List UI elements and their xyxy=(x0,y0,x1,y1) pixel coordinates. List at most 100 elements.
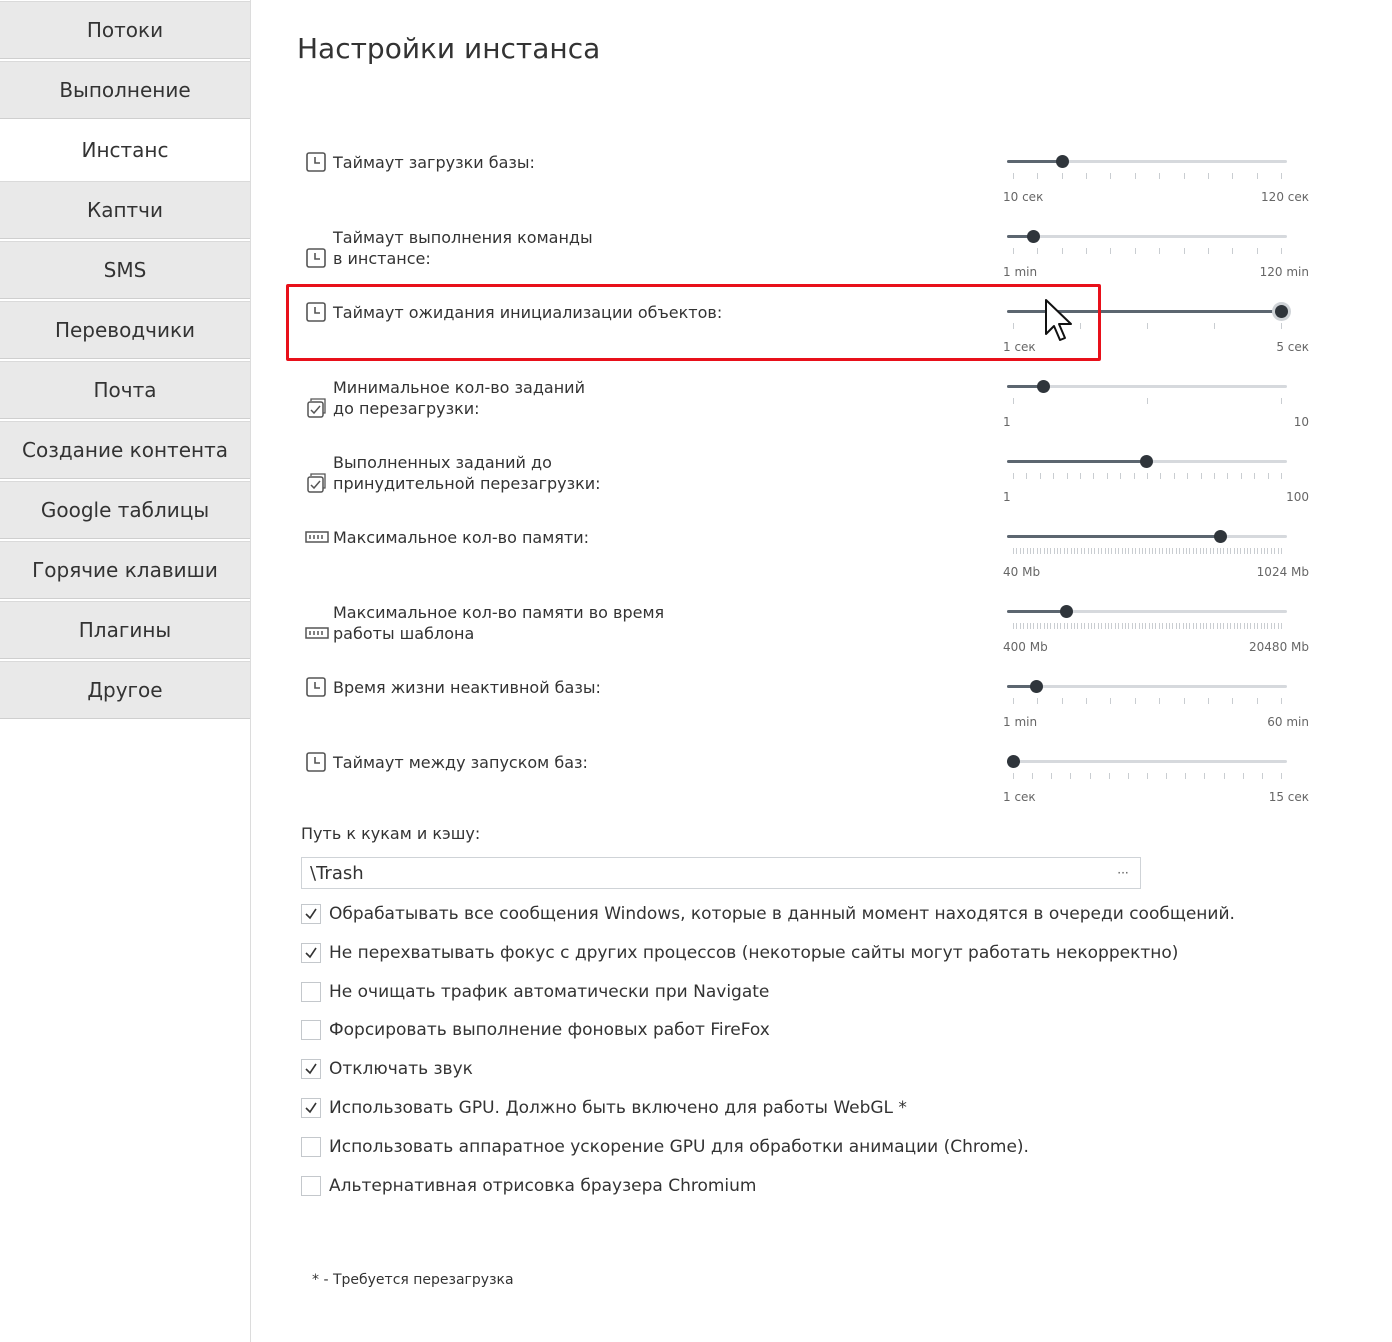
slider-tick xyxy=(1091,548,1093,554)
sidebar-item[interactable]: Создание контента xyxy=(0,421,250,479)
setting-slider[interactable]: 1 min 60 min xyxy=(1003,665,1309,735)
checkbox-row[interactable]: Не перехватывать фокус с других процессо… xyxy=(301,940,1178,966)
slider-tick xyxy=(1155,623,1157,629)
slider-min-label: 400 Mb xyxy=(1003,640,1048,654)
slider-ticks xyxy=(1013,173,1282,180)
sidebar-item[interactable]: Другое xyxy=(0,661,250,719)
setting-row: Максимальное кол-во памяти во время рабо… xyxy=(301,590,1309,660)
slider-tick xyxy=(1159,173,1161,179)
checkbox-row[interactable]: Не очищать трафик автоматически при Navi… xyxy=(301,979,769,1005)
slider-tick xyxy=(1192,623,1194,629)
slider-tick xyxy=(1189,548,1191,554)
slider-tick xyxy=(1138,548,1140,554)
checkbox-row[interactable]: Отключать звук xyxy=(301,1056,473,1082)
checkbox-checked[interactable] xyxy=(301,942,321,963)
slider-ticks xyxy=(1013,398,1282,405)
sidebar-item[interactable]: SMS xyxy=(0,241,250,299)
slider-thumb[interactable] xyxy=(1055,155,1069,168)
slider-tick xyxy=(1232,248,1234,254)
sidebar-item[interactable]: Выполнение xyxy=(0,61,250,119)
slider-tick xyxy=(1080,473,1081,479)
slider-range-labels: 40 Mb 1024 Mb xyxy=(1003,565,1309,581)
slider-tick xyxy=(1023,623,1025,629)
slider-thumb[interactable] xyxy=(1036,380,1050,393)
slider-tick xyxy=(1029,548,1031,554)
checkbox-checked[interactable] xyxy=(301,1098,321,1118)
checkbox-row[interactable]: Использовать GPU. Должно быть включено д… xyxy=(301,1095,907,1121)
sidebar-item[interactable]: Переводчики xyxy=(0,301,250,359)
slider-thumb[interactable] xyxy=(1213,530,1227,543)
slider-tick xyxy=(1250,623,1252,629)
slider-tick xyxy=(1033,548,1035,554)
slider-thumb[interactable] xyxy=(1027,230,1041,243)
checkbox-row[interactable]: Форсировать выполнение фоновых работ Fir… xyxy=(301,1017,770,1043)
slider-tick xyxy=(1183,698,1185,704)
slider-tick xyxy=(1232,698,1234,704)
setting-slider[interactable]: 1 сек 15 сек xyxy=(1003,740,1309,810)
slider-tick xyxy=(1256,173,1258,179)
checkbox-unchecked[interactable] xyxy=(301,1136,321,1157)
setting-slider[interactable]: 10 сек 120 сек xyxy=(1003,140,1309,210)
slider-tick xyxy=(1281,773,1282,779)
sidebar-item[interactable]: Каптчи xyxy=(0,181,250,239)
checkbox-checked[interactable] xyxy=(301,904,321,924)
setting-slider[interactable]: 1 10 xyxy=(1003,365,1309,435)
sidebar-item[interactable]: Инстанс xyxy=(0,121,250,179)
sidebar-item[interactable]: Потоки xyxy=(0,1,250,59)
slider-tick xyxy=(1172,623,1174,629)
sidebar-item[interactable]: Google таблицы xyxy=(0,481,250,539)
slider-tick xyxy=(1106,473,1108,479)
setting-slider[interactable]: 1 100 xyxy=(1003,440,1309,510)
setting-slider[interactable]: 40 Mb 1024 Mb xyxy=(1003,515,1309,585)
slider-thumb[interactable] xyxy=(1139,455,1153,468)
slider-thumb[interactable] xyxy=(1029,680,1043,693)
slider-tick xyxy=(1128,623,1130,629)
checkbox-checked[interactable] xyxy=(301,1059,321,1080)
setting-slider[interactable]: 400 Mb 20480 Mb xyxy=(1003,590,1309,660)
slider-tick xyxy=(1141,548,1143,554)
slider-fill xyxy=(1007,310,1281,313)
memory-icon xyxy=(305,526,329,548)
sidebar-item[interactable]: Плагины xyxy=(0,601,250,659)
checkbox-row[interactable]: Обрабатывать все сообщения Windows, кото… xyxy=(301,901,1235,927)
setting-slider[interactable]: 1 сек 5 сек xyxy=(1003,290,1309,360)
sidebar-item[interactable]: Почта xyxy=(0,361,250,419)
slider-track[interactable] xyxy=(1007,760,1287,763)
setting-label: Таймаут загрузки базы: xyxy=(333,153,535,172)
slider-thumb[interactable] xyxy=(1007,755,1020,768)
cookie-path-input[interactable] xyxy=(302,858,1110,888)
slider-tick xyxy=(1037,248,1039,254)
slider-tick xyxy=(1200,473,1202,479)
slider-tick xyxy=(1199,548,1201,554)
slider-ticks xyxy=(1013,773,1282,780)
slider-tick xyxy=(1152,548,1154,554)
slider-track[interactable] xyxy=(1007,685,1287,688)
checkbox-unchecked[interactable] xyxy=(301,1020,321,1041)
sidebar-item[interactable]: Горячие клавиши xyxy=(0,541,250,599)
browse-button[interactable]: ··· xyxy=(1112,862,1134,884)
slider-tick xyxy=(1077,623,1079,629)
task-icon xyxy=(305,397,327,419)
slider-tick xyxy=(1033,623,1035,629)
slider-tick xyxy=(1070,773,1072,779)
slider-thumb[interactable] xyxy=(1060,605,1074,618)
checkbox-row[interactable]: Использовать аппаратное ускорение GPU дл… xyxy=(301,1134,1029,1160)
slider-thumb[interactable] xyxy=(1275,305,1288,318)
slider-tick xyxy=(1050,623,1052,629)
slider-tick xyxy=(1207,698,1209,704)
slider-tick xyxy=(1118,623,1120,629)
slider-min-label: 1 min xyxy=(1003,715,1038,729)
checkbox-row[interactable]: Альтернативная отрисовка браузера Chromi… xyxy=(301,1173,756,1199)
slider-ticks xyxy=(1013,548,1282,555)
checkbox-unchecked[interactable] xyxy=(301,1175,321,1196)
checkbox-unchecked[interactable] xyxy=(301,981,321,1002)
slider-tick xyxy=(1204,773,1206,779)
slider-track[interactable] xyxy=(1007,235,1287,238)
slider-tick xyxy=(1039,473,1041,479)
setting-slider[interactable]: 1 min 120 min xyxy=(1003,215,1309,285)
slider-tick xyxy=(1236,548,1238,554)
slider-range-labels: 1 min 60 min xyxy=(1003,715,1309,731)
slider-tick xyxy=(1016,548,1018,554)
slider-tick xyxy=(1264,623,1266,629)
slider-tick xyxy=(1108,773,1110,779)
